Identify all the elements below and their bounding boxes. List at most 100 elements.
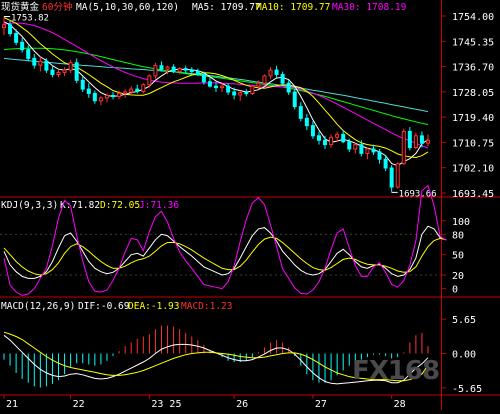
candle-body: [341, 133, 346, 143]
candle-body: [232, 91, 237, 96]
kdj-d-value: D:72.05: [100, 200, 140, 211]
chart-svg[interactable]: 现货黄金 60分钟 MA(5,10,30,60,120) MA5: 1709.7…: [0, 0, 500, 410]
candle-body: [274, 69, 279, 75]
candle-body: [238, 92, 243, 96]
candle-body: [207, 81, 212, 87]
candle-body: [20, 41, 25, 51]
candle-body: [353, 144, 358, 150]
candle-body: [141, 84, 146, 92]
candle-body: [50, 69, 55, 75]
price-axis-tick-label: 1719.40: [452, 113, 494, 124]
candle-body: [262, 75, 267, 84]
time-tick-label: 21: [6, 399, 18, 410]
time-tick-label: 26: [236, 399, 248, 410]
time-tick-label: 22: [73, 399, 85, 410]
ma5-value: MA5: 1709.77: [192, 2, 261, 13]
candle-body: [195, 71, 200, 75]
candle-body: [44, 60, 49, 71]
candle-body: [68, 62, 73, 71]
macd-axis-tick-label: -5.65: [452, 384, 482, 395]
candle-body: [395, 163, 400, 188]
symbol-label: 现货黄金: [1, 1, 40, 13]
time-tick-label: 23 25: [151, 399, 181, 410]
chart-window: 现货黄金 60分钟 MA(5,10,30,60,120) MA5: 1709.7…: [0, 0, 500, 410]
kdj-axis-tick-label: 50: [452, 251, 464, 262]
candle-body: [383, 158, 388, 169]
candle-body: [104, 95, 109, 99]
price-axis-tick-label: 1702.10: [452, 164, 494, 175]
kdj-header: KDJ(9,3,3) K:71.82 D:72.05 J:71.36: [1, 200, 179, 211]
candle-body: [38, 60, 43, 66]
candle-body: [226, 85, 231, 93]
period-label: 60分钟: [42, 1, 72, 13]
candle-body: [8, 24, 13, 35]
candle-body: [26, 49, 31, 59]
candle-body: [292, 91, 297, 108]
candle-body: [419, 135, 424, 144]
candle-body: [256, 82, 261, 87]
candle-body: [377, 151, 382, 160]
price-axis-tick-label: 1710.75: [452, 138, 494, 149]
macd-header: MACD(12,26,9) DIF:-0.69 DEA:-1.93 MACD:1…: [1, 301, 232, 312]
candle-body: [365, 148, 370, 154]
kdj-axis-tick-label: 100: [452, 217, 470, 228]
candle-body: [14, 33, 19, 43]
price-axis-tick-label: 1728.05: [452, 88, 494, 99]
candle-body: [407, 130, 412, 149]
candle-body: [286, 82, 291, 93]
macd-hist-value: MACD:1.23: [181, 301, 232, 312]
macd-axis-tick-label: 0.00: [452, 350, 476, 361]
candle-body: [401, 130, 406, 165]
watermark-logo: FX168: [352, 356, 440, 386]
candle-body: [316, 135, 321, 141]
kdj-j-value: J:71.36: [139, 200, 179, 211]
candle-body: [250, 85, 255, 94]
candle-body: [347, 141, 352, 150]
candle-body: [56, 71, 61, 75]
macd-dif-value: DIF:-0.69: [78, 301, 130, 312]
candle-body: [92, 92, 97, 102]
kdj-axis-tick-label: 0: [452, 285, 458, 296]
candle-body: [159, 65, 164, 70]
candle-body: [280, 73, 285, 84]
candle-body: [117, 92, 122, 97]
candle-body: [135, 88, 140, 92]
candle-body: [74, 62, 79, 81]
kdj-axis-tick-label: 80: [452, 230, 464, 241]
candle-body: [171, 66, 176, 73]
candle-body: [32, 57, 37, 66]
price-axis-tick-label: 1745.35: [452, 37, 494, 48]
candle-body: [268, 69, 273, 77]
candle-body: [304, 117, 309, 127]
candle-body: [147, 75, 152, 86]
ma-params-label: MA(5,10,30,60,120): [76, 2, 179, 13]
candle-body: [165, 66, 170, 70]
candle-body: [80, 79, 85, 90]
main-header: 现货黄金 60分钟 MA(5,10,30,60,120) MA5: 1709.7…: [1, 1, 407, 13]
candle-body: [2, 24, 6, 29]
candle-body: [177, 68, 182, 73]
candle-body: [220, 85, 225, 89]
ma10-value: MA10: 1709.77: [256, 2, 330, 13]
candle-body: [214, 85, 218, 89]
candle-body: [201, 73, 206, 83]
candle-body: [189, 69, 194, 73]
macd-dea-value: DEA:-1.93: [128, 301, 179, 312]
price-axis-tick-label: 1754.00: [452, 12, 494, 23]
candle-body: [111, 95, 116, 98]
candle-body: [86, 88, 91, 94]
candle-body: [153, 65, 158, 77]
candle-body: [244, 92, 249, 95]
candle-body: [413, 135, 418, 149]
kdj-axis-tick-label: 20: [452, 271, 464, 282]
high-annotation: 1753.82: [11, 14, 49, 24]
candle-body: [359, 144, 364, 154]
ma30-value: MA30: 1708.19: [332, 2, 407, 13]
candle-body: [335, 133, 340, 138]
kdj-params-label: KDJ(9,3,3): [1, 200, 58, 211]
candle-body: [389, 167, 394, 188]
candle-body: [329, 136, 334, 146]
candle-body: [183, 68, 188, 71]
candle-body: [426, 139, 430, 144]
time-tick-label: 28: [394, 399, 406, 410]
